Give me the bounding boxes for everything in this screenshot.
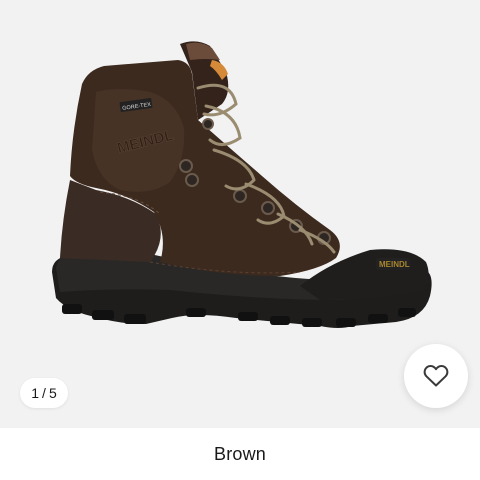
image-counter-current: 1	[31, 385, 40, 401]
image-counter: 1 / 5	[20, 378, 68, 408]
image-counter-total: 5	[48, 385, 57, 401]
favorite-button[interactable]	[404, 344, 468, 408]
image-toe-logo: MEINDL	[379, 260, 410, 269]
heart-outline-icon	[423, 365, 449, 387]
product-image-gallery[interactable]: MEINDL GORE-TEX MEINDL 1 / 5	[0, 0, 480, 428]
color-name-label: Brown	[213, 443, 267, 464]
image-counter-separator: /	[42, 385, 46, 401]
